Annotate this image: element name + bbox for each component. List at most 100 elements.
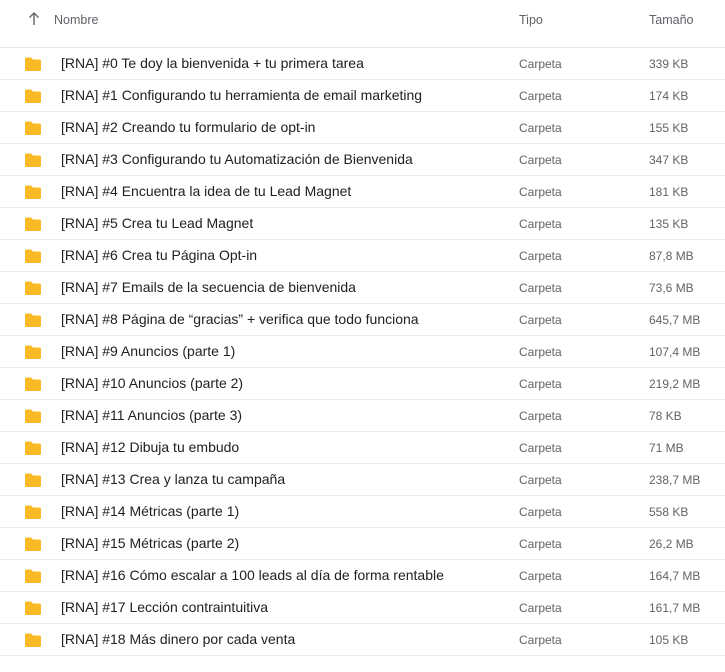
file-name[interactable]: [RNA] #9 Anuncios (parte 1) xyxy=(61,343,235,359)
file-size: 174 KB xyxy=(649,89,689,103)
file-list-body: [RNA] #0 Te doy la bienvenida + tu prime… xyxy=(0,48,725,656)
file-type: Carpeta xyxy=(519,473,562,487)
file-type: Carpeta xyxy=(519,217,562,231)
file-type: Carpeta xyxy=(519,377,562,391)
folder-icon xyxy=(24,568,42,584)
file-list-header: Nombre Tipo Tamaño xyxy=(0,0,725,48)
file-name[interactable]: [RNA] #4 Encuentra la idea de tu Lead Ma… xyxy=(61,183,351,199)
table-row[interactable]: [RNA] #2 Creando tu formulario de opt-in… xyxy=(0,112,725,144)
file-name[interactable]: [RNA] #6 Crea tu Página Opt-in xyxy=(61,247,257,263)
file-name[interactable]: [RNA] #11 Anuncios (parte 3) xyxy=(61,407,242,423)
file-type: Carpeta xyxy=(519,537,562,551)
table-row[interactable]: [RNA] #11 Anuncios (parte 3) Carpeta 78 KB xyxy=(0,400,725,432)
table-row[interactable]: [RNA] #3 Configurando tu Automatización … xyxy=(0,144,725,176)
table-row[interactable]: [RNA] #18 Más dinero por cada venta Carpe… xyxy=(0,624,725,656)
folder-icon xyxy=(24,408,42,424)
table-row[interactable]: [RNA] #14 Métricas (parte 1) Carpeta 558 K… xyxy=(0,496,725,528)
folder-icon xyxy=(24,312,42,328)
folder-icon xyxy=(24,248,42,264)
folder-icon xyxy=(24,440,42,456)
column-header-type[interactable]: Tipo xyxy=(519,13,543,27)
file-type: Carpeta xyxy=(519,633,562,647)
file-type: Carpeta xyxy=(519,57,562,71)
file-size: 347 KB xyxy=(649,153,689,167)
folder-icon xyxy=(24,376,42,392)
table-row[interactable]: [RNA] #15 Métricas (parte 2) Carpeta 26,2 … xyxy=(0,528,725,560)
file-size: 26,2 MB xyxy=(649,537,694,551)
arrow-up-icon[interactable] xyxy=(27,11,41,27)
file-size: 73,6 MB xyxy=(649,281,694,295)
file-size: 155 KB xyxy=(649,121,689,135)
file-size: 87,8 MB xyxy=(649,249,694,263)
table-row[interactable]: [RNA] #10 Anuncios (parte 2) Carpeta 219,2… xyxy=(0,368,725,400)
folder-icon xyxy=(24,88,42,104)
folder-icon xyxy=(24,216,42,232)
file-type: Carpeta xyxy=(519,345,562,359)
folder-icon xyxy=(24,504,42,520)
file-size: 339 KB xyxy=(649,57,689,71)
table-row[interactable]: [RNA] #7 Emails de la secuencia de bienv… xyxy=(0,272,725,304)
folder-icon xyxy=(24,632,42,648)
table-row[interactable]: [RNA] #9 Anuncios (parte 1) Carpeta 107,4 … xyxy=(0,336,725,368)
file-name[interactable]: [RNA] #12 Dibuja tu embudo xyxy=(61,439,239,455)
file-name[interactable]: [RNA] #2 Creando tu formulario de opt-in xyxy=(61,119,315,135)
file-type: Carpeta xyxy=(519,121,562,135)
table-row[interactable]: [RNA] #8 Página de “gracias” + verifica … xyxy=(0,304,725,336)
file-name[interactable]: [RNA] #18 Más dinero por cada venta xyxy=(61,631,295,647)
table-row[interactable]: [RNA] #17 Lección contraintuitiva Carpeta… xyxy=(0,592,725,624)
file-size: 71 MB xyxy=(649,441,684,455)
table-row[interactable]: [RNA] #4 Encuentra la idea de tu Lead Ma… xyxy=(0,176,725,208)
file-type: Carpeta xyxy=(519,409,562,423)
file-type: Carpeta xyxy=(519,313,562,327)
folder-icon xyxy=(24,56,42,72)
table-row[interactable]: [RNA] #16 Cómo escalar a 100 leads al dí… xyxy=(0,560,725,592)
folder-icon xyxy=(24,280,42,296)
file-name[interactable]: [RNA] #14 Métricas (parte 1) xyxy=(61,503,239,519)
file-name[interactable]: [RNA] #10 Anuncios (parte 2) xyxy=(61,375,243,391)
file-list: Nombre Tipo Tamaño [RNA] #0 Te doy la bi… xyxy=(0,0,725,656)
folder-icon xyxy=(24,120,42,136)
file-type: Carpeta xyxy=(519,89,562,103)
table-row[interactable]: [RNA] #12 Dibuja tu embudo Carpeta 71 MB xyxy=(0,432,725,464)
file-size: 107,4 MB xyxy=(649,345,701,359)
file-size: 135 KB xyxy=(649,217,689,231)
file-name[interactable]: [RNA] #17 Lección contraintuitiva xyxy=(61,599,268,615)
folder-icon xyxy=(24,600,42,616)
file-name[interactable]: [RNA] #1 Configurando tu herramienta de … xyxy=(61,87,422,103)
file-type: Carpeta xyxy=(519,569,562,583)
file-type: Carpeta xyxy=(519,185,562,199)
file-name[interactable]: [RNA] #5 Crea tu Lead Magnet xyxy=(61,215,253,231)
folder-icon xyxy=(24,344,42,360)
table-row[interactable]: [RNA] #5 Crea tu Lead Magnet Carpeta 135 K… xyxy=(0,208,725,240)
file-name[interactable]: [RNA] #15 Métricas (parte 2) xyxy=(61,535,239,551)
folder-icon xyxy=(24,536,42,552)
file-type: Carpeta xyxy=(519,153,562,167)
folder-icon xyxy=(24,472,42,488)
file-size: 181 KB xyxy=(649,185,689,199)
file-size: 105 KB xyxy=(649,633,689,647)
table-row[interactable]: [RNA] #1 Configurando tu herramienta de … xyxy=(0,80,725,112)
file-name[interactable]: [RNA] #16 Cómo escalar a 100 leads al dí… xyxy=(61,567,444,583)
file-name[interactable]: [RNA] #8 Página de “gracias” + verifica … xyxy=(61,311,419,327)
file-size: 164,7 MB xyxy=(649,569,701,583)
file-type: Carpeta xyxy=(519,505,562,519)
file-name[interactable]: [RNA] #7 Emails de la secuencia de bienv… xyxy=(61,279,356,295)
table-row[interactable]: [RNA] #13 Crea y lanza tu campaña Carpeta… xyxy=(0,464,725,496)
file-type: Carpeta xyxy=(519,249,562,263)
table-row[interactable]: [RNA] #0 Te doy la bienvenida + tu prime… xyxy=(0,48,725,80)
table-row[interactable]: [RNA] #6 Crea tu Página Opt-in Carpeta 87,… xyxy=(0,240,725,272)
column-header-name[interactable]: Nombre xyxy=(54,13,98,27)
folder-icon xyxy=(24,152,42,168)
file-size: 78 KB xyxy=(649,409,682,423)
folder-icon xyxy=(24,184,42,200)
file-type: Carpeta xyxy=(519,441,562,455)
file-size: 238,7 MB xyxy=(649,473,701,487)
file-name[interactable]: [RNA] #3 Configurando tu Automatización … xyxy=(61,151,413,167)
column-header-size[interactable]: Tamaño xyxy=(649,13,693,27)
file-type: Carpeta xyxy=(519,281,562,295)
file-type: Carpeta xyxy=(519,601,562,615)
file-name[interactable]: [RNA] #0 Te doy la bienvenida + tu prime… xyxy=(61,55,364,71)
file-size: 219,2 MB xyxy=(649,377,701,391)
file-size: 161,7 MB xyxy=(649,601,701,615)
file-name[interactable]: [RNA] #13 Crea y lanza tu campaña xyxy=(61,471,285,487)
